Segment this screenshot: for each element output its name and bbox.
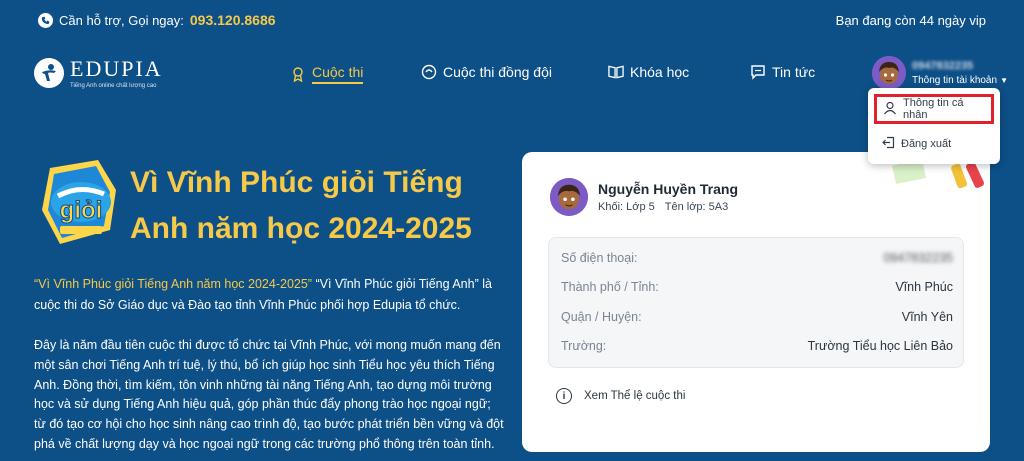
nav-item-courses[interactable]: Khóa học [608,64,689,80]
student-meta: Khối: Lớp 5 Tên lớp: 5A3 [598,201,728,213]
vip-days-remaining: Bạn đang còn 44 ngày vip [835,12,986,28]
user-icon [883,101,897,118]
team-icon [421,64,437,80]
student-class: Tên lớp: 5A3 [664,201,729,213]
support-info: Cần hỗ trợ, Gọi ngay: 093.120.8686 [38,12,276,28]
dropdown-item-profile[interactable]: Thông tin cá nhân [874,94,994,124]
nav-item-team-contest[interactable]: Cuộc thi đồng đội [421,64,552,80]
rules-link[interactable]: i Xem Thể lệ cuộc thi [556,388,685,404]
info-row-province: Thành phố / Tỉnh: Vĩnh Phúc [561,280,953,294]
nav-item-contest[interactable]: Cuộc thi [290,64,364,84]
phone-value: 0947832235 [883,251,953,265]
description-paragraph: Đây là năm đầu tiên cuộc thi được tổ chứ… [34,338,504,451]
logo-name: EDUPIA [70,56,163,81]
nav-item-news[interactable]: Tin tức [750,64,815,80]
student-details: Số điện thoại: 0947832235 Thành phố / Tỉ… [548,237,964,368]
logout-icon [882,136,895,152]
avatar [550,178,588,216]
info-row-district: Quận / Huyện: Vĩnh Yên [561,310,953,324]
logo-tagline: Tiếng Anh online chất lượng cao [70,83,157,89]
support-text: Cần hỗ trợ, Gọi ngay: [59,12,184,28]
badge-word: giỏi [60,197,103,224]
nav-label: Cuộc thi [312,64,364,84]
support-phone[interactable]: 093.120.8686 [190,12,276,28]
account-phone: 0947832235 [912,60,974,72]
account-label: Thông tin tài khoản ▼ [912,75,1008,86]
contest-badge-logo: giỏi [40,160,122,246]
edupia-logo[interactable]: EDUPIA Tiếng Anh online chất lượng cao [34,56,163,89]
info-row-school: Trường: Trường Tiểu học Liên Bảo [561,339,953,353]
student-info-card: Nguyễn Huyền Trang Khối: Lớp 5 Tên lớp: … [522,152,990,452]
info-row-phone: Số điện thoại: 0947832235 [561,251,953,265]
caret-down-icon: ▼ [1000,76,1008,85]
student-grade: Khối: Lớp 5 [598,201,655,213]
phone-icon [38,12,53,28]
rules-link-label: Xem Thể lệ cuộc thi [584,390,686,402]
avatar [872,56,906,90]
dropdown-logout-label: Đăng xuất [901,138,952,150]
dropdown-profile-label: Thông tin cá nhân [903,97,964,121]
student-name: Nguyễn Huyền Trang [598,181,739,197]
page-title: Vì Vĩnh Phúc giỏi Tiếng Anh năm học 2024… [130,166,472,245]
account-menu[interactable]: 0947832235 Thông tin tài khoản ▼ [872,56,1008,90]
intro-paragraph: “Vì Vĩnh Phúc giỏi Tiếng Anh năm học 202… [34,274,504,316]
top-bar: Cần hỗ trợ, Gọi ngay: 093.120.8686 Bạn đ… [0,0,1024,40]
nav-label: Khóa học [630,64,690,80]
chat-icon [750,64,766,80]
dropdown-item-logout[interactable]: Đăng xuất [882,136,951,152]
nav-label: Tin tức [772,64,816,80]
logo-mark-icon [34,57,64,88]
book-icon [608,64,624,80]
medal-icon [290,66,306,82]
intro-highlight: “Vì Vĩnh Phúc giỏi Tiếng Anh năm học 202… [34,277,312,291]
nav-label: Cuộc thi đồng đội [443,64,552,80]
info-icon: i [556,388,572,404]
account-dropdown: Thông tin cá nhân Đăng xuất [868,88,1000,164]
